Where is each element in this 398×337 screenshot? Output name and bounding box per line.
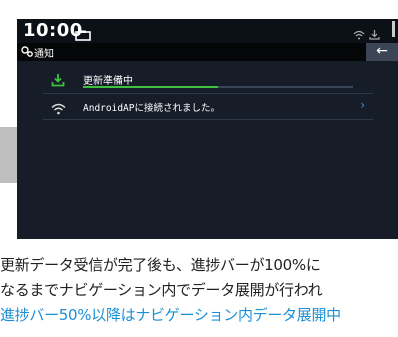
- chevron-right-icon: ›: [360, 98, 365, 112]
- side-tab: [0, 127, 17, 183]
- notification-item-update[interactable]: 更新準備中: [43, 67, 373, 94]
- wifi-status-icon: [353, 25, 365, 44]
- navigation-screen: 10:00 通知 ← 更新準備中 AndroidAPに接続されました。 ›: [17, 19, 398, 239]
- wifi-icon: [51, 100, 66, 119]
- notification-header: 通知 ←: [17, 43, 398, 61]
- notification-title: 更新準備中: [83, 76, 133, 87]
- caption-line-1: 更新データ受信が完了後も、進捗バーが100%に: [0, 256, 321, 274]
- progress-bar: [83, 86, 353, 88]
- notification-title: AndroidAPに接続されました。: [83, 103, 220, 114]
- download-icon: [51, 72, 65, 91]
- notification-icon: [21, 46, 33, 60]
- caption-line-3: 進捗バー50%以降はナビゲーション内データ展開中: [0, 306, 341, 324]
- back-button[interactable]: ←: [366, 43, 398, 61]
- progress-fill: [83, 86, 218, 88]
- status-bar: 10:00: [17, 19, 398, 43]
- notification-item-wifi[interactable]: AndroidAPに接続されました。 ›: [43, 93, 373, 120]
- back-arrow-icon: ←: [376, 43, 388, 59]
- download-status-icon: [369, 25, 380, 44]
- clock: 10:00: [23, 20, 83, 41]
- header-title: 通知: [34, 49, 54, 60]
- signal-icon: [389, 21, 398, 41]
- caption-line-2: なるまでナビゲーション内でデータ展開が行われ: [0, 281, 323, 299]
